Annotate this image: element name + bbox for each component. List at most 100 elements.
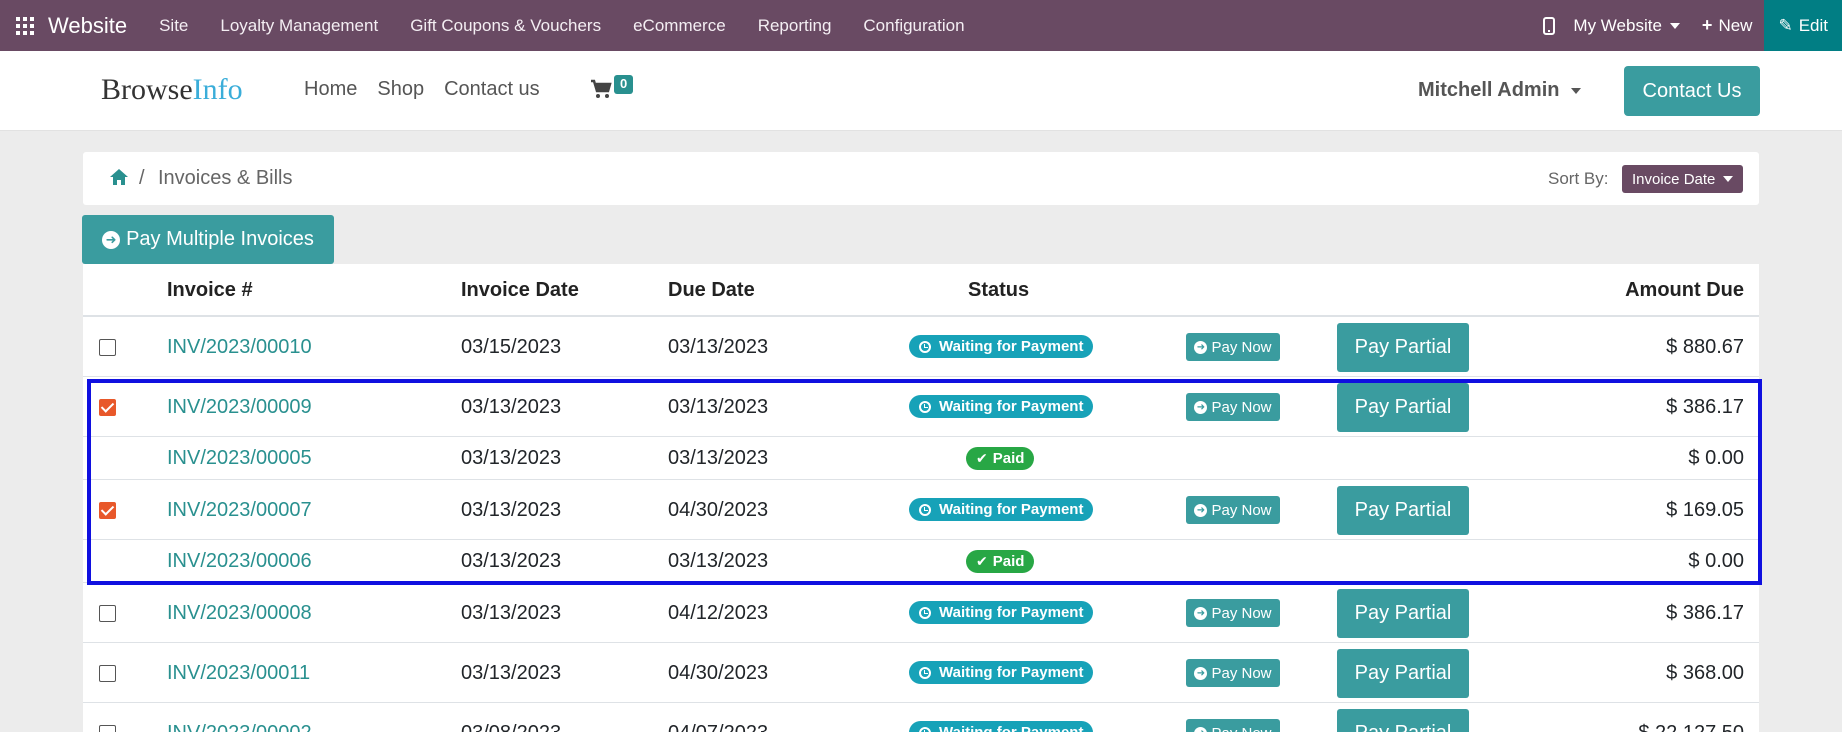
app-brand[interactable]: Website [48,13,127,39]
invoice-link[interactable]: INV/2023/00008 [167,602,312,625]
clock-icon [919,666,931,679]
new-button[interactable]: + New [1702,15,1753,36]
pay-partial-button[interactable]: Pay Partial [1337,649,1469,698]
pay-partial-button[interactable]: Pay Partial [1337,323,1469,372]
menu-configuration[interactable]: Configuration [847,16,980,36]
due-date: 03/13/2023 [668,550,769,572]
pay-now-label: Pay Now [1211,501,1272,519]
row-checkbox[interactable] [99,605,116,622]
status-text: Waiting for Payment [939,664,1084,681]
due-date: 04/30/2023 [668,499,769,521]
amount-due: $ 386.17 [1666,396,1744,418]
amount-due: $ 386.17 [1666,602,1744,624]
breadcrumb-current: Invoices & Bills [158,167,293,189]
edit-button[interactable]: ✎ Edit [1764,0,1842,51]
header-status: Status [968,279,1030,301]
pay-multiple-invoices-button[interactable]: ➜ Pay Multiple Invoices [82,215,334,264]
due-date: 04/07/2023 [668,722,768,732]
my-website-dropdown[interactable]: My Website [1573,16,1680,36]
pay-partial-button[interactable]: Pay Partial [1337,589,1469,638]
pay-partial-button[interactable]: Pay Partial [1337,383,1469,432]
status-badge: Waiting for Payment [909,395,1094,418]
header-due-date: Due Date [668,279,755,301]
status-text: Waiting for Payment [939,398,1084,415]
invoices-table: Invoice # Invoice Date Due Date Status A… [83,264,1759,732]
mobile-preview-icon[interactable] [1543,16,1556,35]
invoice-date: 03/15/2023 [461,336,562,358]
site-logo[interactable]: BrowseInfo [101,73,243,107]
pencil-icon: ✎ [1778,15,1793,35]
invoice-link[interactable]: INV/2023/00009 [167,396,312,419]
status-badge: Waiting for Payment [909,498,1094,521]
invoice-date: 03/13/2023 [461,550,562,572]
pay-now-label: Pay Now [1211,725,1271,732]
arrow-circle-right-icon: ➜ [1194,340,1208,354]
invoice-link[interactable]: INV/2023/00002 [167,722,312,732]
pay-now-button[interactable]: ➜Pay Now [1186,659,1280,687]
amount-due: $ 0.00 [1688,550,1744,572]
pay-partial-button[interactable]: Pay Partial [1337,486,1469,535]
user-name: Mitchell Admin [1418,79,1560,101]
row-checkbox[interactable] [99,399,116,416]
shopping-cart-icon [590,79,612,105]
breadcrumb: / Invoices & Bills Sort By: Invoice Date [83,152,1759,205]
status-badge: ✔ Paid [966,447,1035,470]
nav-contact-us[interactable]: Contact us [444,78,540,101]
header-invoice-date: Invoice Date [461,279,579,301]
arrow-circle-right-icon: ➜ [102,230,121,249]
pay-now-button[interactable]: ➜Pay Now [1186,599,1280,627]
menu-gift-coupons[interactable]: Gift Coupons & Vouchers [394,16,617,36]
pay-now-button[interactable]: ➜Pay Now [1186,333,1280,361]
amount-due: $ 880.67 [1666,336,1744,358]
status-text: Waiting for Payment [939,724,1083,732]
home-icon[interactable] [109,168,129,186]
nav-home[interactable]: Home [304,78,357,101]
website-header: BrowseInfo Home Shop Contact us 0 Mitche… [0,51,1842,131]
nav-shop[interactable]: Shop [377,78,424,101]
invoice-date: 03/13/2023 [461,662,562,684]
pay-now-button[interactable]: ➜Pay Now [1186,496,1280,524]
arrow-circle-right-icon: ➜ [1194,606,1208,620]
status-text: Paid [992,450,1025,467]
pay-now-button[interactable]: ➜Pay Now [1186,719,1280,732]
cart-count-badge: 0 [614,75,634,94]
edit-label: Edit [1798,15,1828,35]
breadcrumb-separator: / [139,167,145,189]
invoice-link[interactable]: INV/2023/00007 [167,499,312,522]
clock-icon [919,340,931,353]
row-checkbox[interactable] [99,502,116,519]
pay-now-button[interactable]: ➜Pay Now [1186,393,1280,421]
row-checkbox[interactable] [99,339,116,356]
menu-loyalty-management[interactable]: Loyalty Management [204,16,394,36]
sort-by-dropdown[interactable]: Invoice Date [1622,165,1744,193]
cart-link[interactable]: 0 [590,75,634,105]
amount-due: $ 368.00 [1666,662,1744,684]
menu-site[interactable]: Site [143,16,204,36]
arrow-circle-right-icon: ➜ [1194,400,1208,414]
invoice-link[interactable]: INV/2023/00006 [167,550,312,573]
check-icon: ✔ [976,553,988,569]
row-checkbox[interactable] [99,725,116,732]
amount-due: $ 169.05 [1666,499,1744,521]
contact-us-button[interactable]: Contact Us [1624,66,1760,116]
user-menu[interactable]: Mitchell Admin [1418,79,1582,102]
invoice-link[interactable]: INV/2023/00011 [167,662,310,685]
arrow-circle-right-icon: ➜ [1194,726,1208,732]
invoice-date: 03/13/2023 [461,447,562,469]
amount-due: $ 22,127.50 [1638,722,1744,732]
menu-reporting[interactable]: Reporting [742,16,848,36]
due-date: 03/13/2023 [668,336,769,358]
pay-now-label: Pay Now [1211,664,1272,682]
clock-icon [919,726,931,732]
header-amount-due: Amount Due [1625,279,1744,301]
invoice-date: 03/13/2023 [461,396,562,418]
pay-partial-button[interactable]: Pay Partial [1337,709,1469,732]
invoice-link[interactable]: INV/2023/00010 [167,336,312,359]
row-checkbox[interactable] [99,665,116,682]
menu-ecommerce[interactable]: eCommerce [617,16,742,36]
apps-grid-icon[interactable] [16,16,34,35]
invoice-date: 03/13/2023 [461,499,562,521]
invoice-link[interactable]: INV/2023/00005 [167,447,312,470]
status-badge: Waiting for Payment [909,601,1094,624]
table-row: INV/2023/00005 03/13/2023 03/13/2023 ✔ Pa… [83,437,1759,480]
